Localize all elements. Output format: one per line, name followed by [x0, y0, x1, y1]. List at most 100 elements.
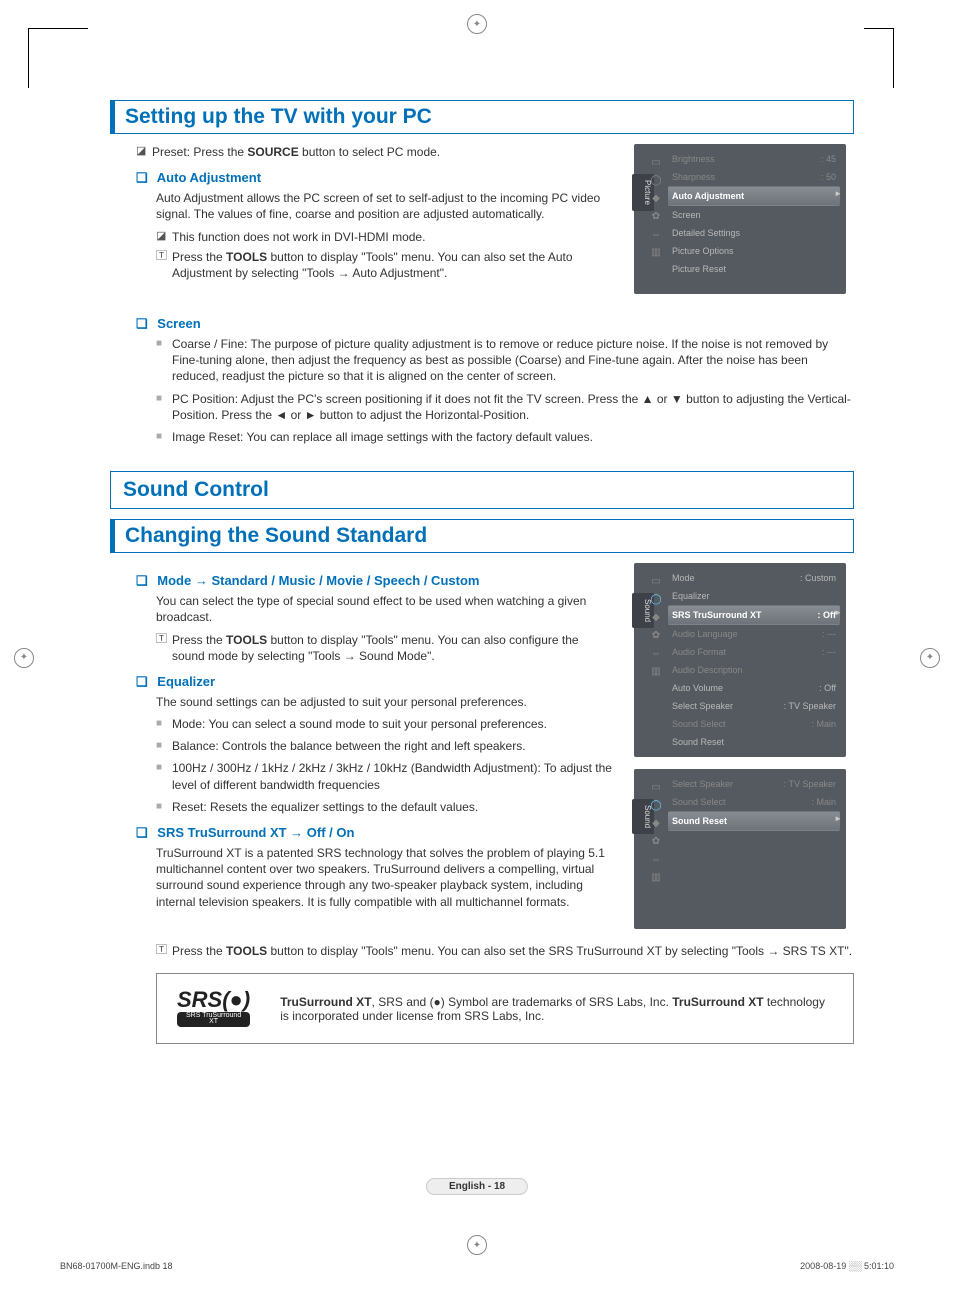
print-file: BN68-01700M-ENG.indb 18 — [60, 1261, 173, 1271]
osd-row: Sharpness: 50 — [668, 168, 840, 186]
osd-row: Picture Options — [668, 242, 840, 260]
square-bullet-icon: ■ — [156, 760, 172, 792]
auto-adj-note1: This function does not work in DVI-HDMI … — [172, 229, 614, 245]
registration-mark-icon: ✦ — [920, 648, 940, 668]
osd-row: Sound Select: Main — [668, 715, 840, 733]
srs-trademark-box: SRS(●) SRS TruSurround XT TruSurround XT… — [156, 973, 854, 1043]
mode-heading: ❏ Mode → Standard / Music / Movie / Spee… — [136, 573, 614, 589]
registration-mark-icon: ✦ — [14, 648, 34, 668]
osd-row: Mode: Custom — [668, 569, 840, 587]
symbol-icon: (●) — [430, 995, 445, 1009]
crop-mark — [893, 28, 894, 88]
picture-icon: ▭ — [651, 783, 660, 793]
sound-icon: ◯ — [650, 801, 661, 811]
setup-icon: ✿ — [652, 212, 660, 222]
osd-row: Sound Reset — [668, 811, 840, 831]
auto-adj-note2: Press the TOOLS button to display "Tools… — [172, 249, 614, 281]
print-footer: BN68-01700M-ENG.indb 18 2008-08-19 ░░ 5:… — [60, 1261, 894, 1271]
square-bullet-icon: ■ — [156, 429, 172, 445]
screen-bullet: PC Position: Adjust the PC's screen posi… — [172, 391, 854, 423]
square-bullet-icon: ■ — [156, 738, 172, 754]
channel-icon: ◆ — [652, 194, 660, 204]
bookmark-icon: ❏ — [136, 316, 148, 331]
osd-icon-strip: ▭ ◯ ◆ ✿ ⇔ ▥ — [648, 577, 664, 677]
screen-bullet: Image Reset: You can replace all image s… — [172, 429, 593, 445]
screen-bullet: Coarse / Fine: The purpose of picture qu… — [172, 336, 854, 385]
square-bullet-icon: ■ — [156, 391, 172, 423]
tools-icon: 🅃 — [156, 943, 172, 959]
osd-row: Select Speaker: TV Speaker — [668, 775, 840, 793]
eq-bullet: Balance: Controls the balance between th… — [172, 738, 526, 754]
square-bullet-icon: ■ — [156, 799, 172, 815]
section-title: Setting up the TV with your PC — [110, 100, 854, 134]
crop-mark — [28, 28, 29, 88]
section-title: Changing the Sound Standard — [110, 519, 854, 553]
osd-row: Screen — [668, 206, 840, 224]
osd-row: SRS TruSurround XT: Off — [668, 605, 840, 625]
note-icon: ◪ — [136, 144, 152, 160]
srs-note: Press the TOOLS button to display "Tools… — [172, 943, 854, 959]
bookmark-icon: ❏ — [136, 674, 148, 689]
osd-rows: Select Speaker: TV SpeakerSound Select: … — [668, 775, 840, 831]
bookmark-icon: ❏ — [136, 573, 148, 588]
tools-icon: 🅃 — [156, 249, 172, 281]
print-date: 2008-08-19 ░░ 5:01:10 — [800, 1261, 894, 1271]
srs-heading: ❏ SRS TruSurround XT → Off / On — [136, 825, 614, 841]
sound-icon: ◯ — [650, 595, 661, 605]
document-page: ✦ ✦ ✦ ✦ Setting up the TV with your PC ◪… — [0, 0, 954, 1315]
eq-body: The sound settings can be adjusted to su… — [156, 694, 614, 710]
eq-bullet: Mode: You can select a sound mode to sui… — [172, 716, 547, 732]
bookmark-icon: ❏ — [136, 825, 148, 840]
tools-icon: 🅃 — [156, 632, 172, 664]
crop-mark — [864, 28, 894, 29]
sound-icon: ◯ — [650, 176, 661, 186]
channel-icon: ◆ — [652, 613, 660, 623]
osd-row: Auto Adjustment — [668, 186, 840, 206]
registration-mark-icon: ✦ — [467, 14, 487, 34]
osd-picture-menu: Picture ▭ ◯ ◆ ✿ ⇔ ▥ Brightness: 45Sharpn… — [634, 144, 846, 294]
osd-icon-strip: ▭ ◯ ◆ ✿ ⇔ ▥ — [648, 158, 664, 258]
input-icon: ⇔ — [651, 855, 661, 865]
setup-icon: ✿ — [652, 631, 660, 641]
osd-sound-menu-2: Sound ▭ ◯ ◆ ✿ ⇔ ▥ Select Speaker: TV Spe… — [634, 769, 846, 929]
osd-row: Auto Volume: Off — [668, 679, 840, 697]
osd-row: Sound Select: Main — [668, 793, 840, 811]
osd-row: Picture Reset — [668, 260, 840, 278]
auto-adjustment-body: Auto Adjustment allows the PC screen of … — [156, 190, 614, 222]
picture-icon: ▭ — [651, 577, 660, 587]
equalizer-heading: ❏ Equalizer — [136, 674, 614, 690]
page-footer: English - 18 — [426, 1178, 528, 1195]
srs-logo: SRS(●) SRS TruSurround XT — [177, 990, 250, 1026]
setup-icon: ✿ — [652, 837, 660, 847]
application-icon: ▥ — [651, 248, 660, 258]
eq-bullet: 100Hz / 300Hz / 1kHz / 2kHz / 3kHz / 10k… — [172, 760, 614, 792]
osd-row: Audio Language: --- — [668, 625, 840, 643]
srs-body: TruSurround XT is a patented SRS technol… — [156, 845, 614, 910]
osd-row: Audio Format: --- — [668, 643, 840, 661]
osd-row: Brightness: 45 — [668, 150, 840, 168]
eq-bullet: Reset: Resets the equalizer settings to … — [172, 799, 478, 815]
major-section-title: Sound Control — [110, 471, 854, 509]
crop-mark — [28, 28, 88, 29]
picture-icon: ▭ — [651, 158, 660, 168]
screen-heading: ❏ Screen — [136, 316, 854, 332]
osd-sound-menu: Sound ▭ ◯ ◆ ✿ ⇔ ▥ Mode: CustomEqualizerS… — [634, 563, 846, 757]
square-bullet-icon: ■ — [156, 336, 172, 385]
osd-rows: Mode: CustomEqualizerSRS TruSurround XT:… — [668, 569, 840, 751]
channel-icon: ◆ — [652, 819, 660, 829]
square-bullet-icon: ■ — [156, 716, 172, 732]
osd-row: Audio Description — [668, 661, 840, 679]
preset-note: Preset: Press the SOURCE button to selec… — [152, 144, 614, 160]
auto-adjustment-heading: ❏ Auto Adjustment — [136, 170, 614, 186]
registration-mark-icon: ✦ — [467, 1235, 487, 1255]
osd-rows: Brightness: 45Sharpness: 50Auto Adjustme… — [668, 150, 840, 278]
bookmark-icon: ❏ — [136, 170, 148, 185]
osd-row: Equalizer — [668, 587, 840, 605]
mode-body: You can select the type of special sound… — [156, 593, 614, 625]
input-icon: ⇔ — [651, 230, 661, 240]
srs-trademark-text: TruSurround XT, SRS and (●) Symbol are t… — [280, 995, 833, 1023]
osd-icon-strip: ▭ ◯ ◆ ✿ ⇔ ▥ — [648, 783, 664, 883]
mode-note: Press the TOOLS button to display "Tools… — [172, 632, 614, 664]
osd-row: Sound Reset — [668, 733, 840, 751]
application-icon: ▥ — [651, 667, 660, 677]
